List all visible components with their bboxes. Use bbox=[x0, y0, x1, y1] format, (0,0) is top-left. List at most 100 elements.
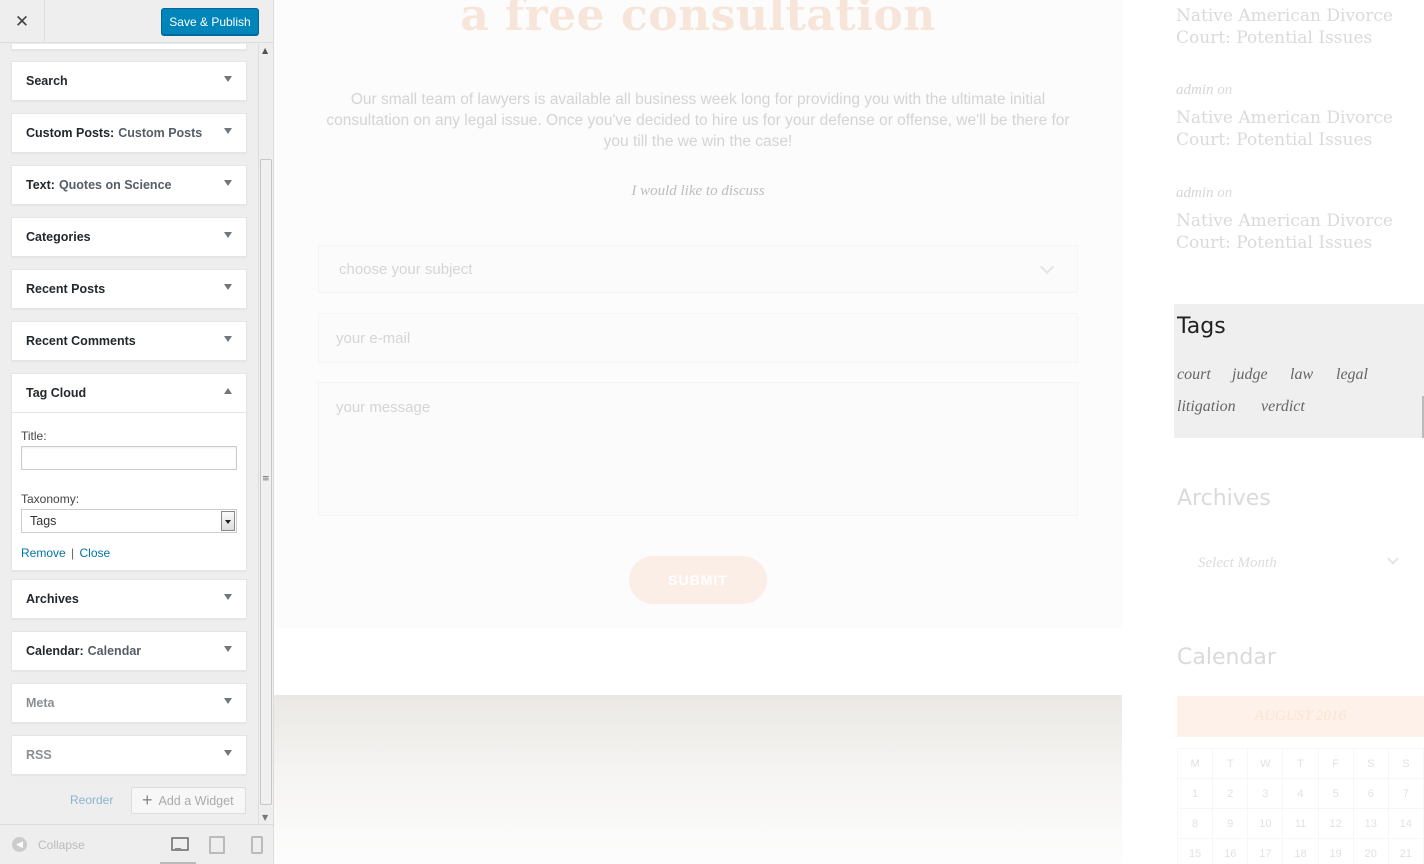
tag-link[interactable]: law bbox=[1290, 366, 1313, 384]
email-field[interactable]: your e-mail bbox=[318, 313, 1078, 363]
tablet-preview-icon[interactable] bbox=[208, 835, 225, 854]
calendar-title: Calendar bbox=[1177, 645, 1276, 670]
calendar-day-header: S bbox=[1352, 748, 1389, 779]
calendar-table: M T W T F S S 1 2 3 4 5 6 7 8 9 10 11 12… bbox=[1176, 748, 1424, 864]
calendar-day: 6 bbox=[1352, 778, 1389, 809]
expand-arrow-icon[interactable] bbox=[224, 336, 232, 342]
widget-title: Tag Cloud bbox=[26, 386, 87, 400]
taxonomy-select[interactable]: Tags bbox=[21, 509, 237, 533]
widget-stub bbox=[11, 44, 247, 50]
expand-arrow-icon[interactable] bbox=[224, 750, 232, 756]
expand-arrow-icon[interactable] bbox=[224, 76, 232, 82]
collapse-arrow-icon[interactable] bbox=[224, 388, 232, 394]
calendar-day-header: F bbox=[1317, 748, 1354, 779]
widget-recent-comments[interactable]: Recent Comments bbox=[11, 321, 247, 361]
panel-scrollbar[interactable]: ▲ ≡ ▼ bbox=[258, 44, 273, 824]
widget-search[interactable]: Search bbox=[11, 61, 247, 101]
widget-custom-posts[interactable]: Custom Posts: Custom Posts bbox=[11, 113, 247, 153]
comment-author[interactable]: admin bbox=[1176, 82, 1214, 98]
subject-select[interactable]: choose your subject bbox=[318, 245, 1078, 293]
consultation-title: a free consultation bbox=[460, 0, 936, 41]
expand-arrow-icon[interactable] bbox=[224, 594, 232, 600]
widget-recent-posts[interactable]: Recent Posts bbox=[11, 269, 247, 309]
calendar-day: 10 bbox=[1247, 808, 1284, 839]
tag-link[interactable]: legal bbox=[1336, 366, 1368, 384]
widget-title: Meta bbox=[26, 696, 55, 710]
calendar-day: 7 bbox=[1387, 778, 1424, 809]
expand-arrow-icon[interactable] bbox=[224, 284, 232, 290]
save-publish-button[interactable]: Save & Publish bbox=[161, 8, 259, 35]
archives-select[interactable]: Select Month bbox=[1177, 546, 1409, 580]
calendar-day: 16 bbox=[1212, 838, 1249, 864]
close-customizer-button[interactable]: ✕ bbox=[0, 0, 45, 43]
recent-comment-link[interactable]: Native American Divorce Court: Potential… bbox=[1176, 107, 1406, 151]
close-link[interactable]: Close bbox=[80, 546, 111, 560]
recent-comment-item: admin on Native American Divorce Court: … bbox=[1176, 185, 1406, 254]
widget-tag-cloud[interactable]: Tag Cloud Title: Taxonomy: Tags Remove |… bbox=[11, 373, 247, 571]
dropdown-arrow-icon[interactable] bbox=[221, 511, 235, 531]
widget-list-footer: Reorder + Add a Widget bbox=[0, 787, 258, 817]
calendar-day: 3 bbox=[1247, 778, 1284, 809]
consultation-section: a free consultation Our small team of la… bbox=[274, 0, 1122, 864]
tag-link[interactable]: verdict bbox=[1261, 398, 1305, 416]
scroll-down-icon[interactable]: ▼ bbox=[262, 813, 268, 822]
widget-subtitle: Quotes on Science bbox=[58, 178, 172, 192]
scroll-up-icon[interactable]: ▲ bbox=[262, 46, 268, 55]
calendar-day-header: T bbox=[1282, 748, 1319, 779]
tag-link[interactable]: litigation bbox=[1177, 398, 1236, 416]
expand-arrow-icon[interactable] bbox=[224, 698, 232, 704]
calendar-day: 18 bbox=[1282, 838, 1319, 864]
widget-categories[interactable]: Categories bbox=[11, 217, 247, 257]
calendar-month: AUGUST 2016 bbox=[1177, 696, 1424, 737]
expand-arrow-icon[interactable] bbox=[224, 180, 232, 186]
expand-arrow-icon[interactable] bbox=[224, 646, 232, 652]
recent-comment-link[interactable]: Native American Divorce Court: Potential… bbox=[1176, 5, 1406, 49]
tag-link[interactable]: court bbox=[1177, 366, 1211, 384]
desktop-preview-icon[interactable] bbox=[170, 835, 189, 851]
expand-arrow-icon[interactable] bbox=[224, 232, 232, 238]
recent-comment-link[interactable]: Native American Divorce Court: Potential… bbox=[1176, 210, 1406, 254]
calendar-day: 4 bbox=[1282, 778, 1319, 809]
recent-comment-item: Native American Divorce Court: Potential… bbox=[1176, 5, 1406, 49]
collapse-label: Collapse bbox=[38, 837, 85, 852]
add-widget-button[interactable]: + Add a Widget bbox=[131, 787, 246, 814]
calendar-day-header: S bbox=[1387, 748, 1424, 779]
widget-title: Custom Posts: bbox=[26, 126, 115, 140]
widget-title: Calendar: bbox=[26, 644, 84, 658]
message-field[interactable]: your message bbox=[318, 382, 1078, 516]
widget-meta[interactable]: Meta bbox=[11, 683, 247, 723]
widget-title: Recent Comments bbox=[26, 334, 136, 348]
reorder-link[interactable]: Reorder bbox=[70, 793, 113, 807]
discuss-label: I would like to discuss bbox=[631, 183, 765, 199]
site-preview: a free consultation Our small team of la… bbox=[274, 0, 1424, 864]
title-input[interactable] bbox=[21, 446, 237, 470]
widget-text[interactable]: Text: Quotes on Science bbox=[11, 165, 247, 205]
widget-title: RSS bbox=[26, 748, 52, 762]
customizer-footer: ◀ Collapse bbox=[0, 824, 273, 864]
widget-calendar[interactable]: Calendar: Calendar bbox=[11, 631, 247, 671]
consultation-intro: Our small team of lawyers is available a… bbox=[326, 91, 1070, 150]
archives-placeholder: Select Month bbox=[1198, 554, 1277, 571]
collapse-icon: ◀ bbox=[12, 837, 27, 852]
widget-subtitle: Custom Posts bbox=[118, 126, 203, 140]
expand-arrow-icon[interactable] bbox=[224, 128, 232, 134]
submit-button[interactable]: SUBMIT bbox=[629, 556, 767, 604]
mobile-preview-icon[interactable] bbox=[248, 835, 264, 854]
email-placeholder: your e-mail bbox=[336, 329, 411, 347]
chevron-down-icon bbox=[1039, 259, 1055, 275]
calendar-day: 14 bbox=[1387, 808, 1424, 839]
widget-rss[interactable]: RSS bbox=[11, 735, 247, 775]
section-divider bbox=[274, 628, 1122, 695]
customizer-header: ✕ Save & Publish bbox=[0, 0, 273, 43]
calendar-day: 13 bbox=[1352, 808, 1389, 839]
widget-archives[interactable]: Archives bbox=[11, 579, 247, 619]
remove-link[interactable]: Remove bbox=[21, 546, 66, 560]
calendar-day: 17 bbox=[1247, 838, 1284, 864]
collapse-button[interactable]: ◀ Collapse bbox=[12, 837, 85, 852]
tags-title: Tags bbox=[1177, 314, 1226, 339]
comment-author[interactable]: admin bbox=[1176, 185, 1214, 201]
link-separator: | bbox=[71, 546, 75, 560]
tag-link[interactable]: judge bbox=[1232, 366, 1268, 384]
widget-title: Search bbox=[26, 74, 68, 88]
calendar-day: 12 bbox=[1317, 808, 1354, 839]
